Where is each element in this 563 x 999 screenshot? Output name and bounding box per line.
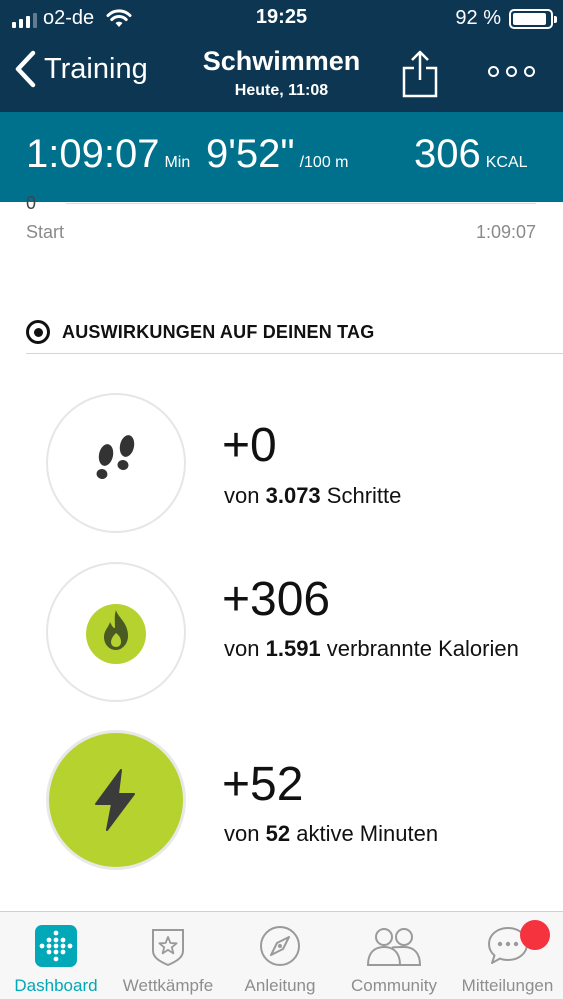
- active-minutes-prefix: von: [224, 821, 260, 846]
- tab-bar: Dashboard Wettkämpfe Anleitung Community…: [0, 911, 563, 999]
- compass-icon: [258, 924, 302, 968]
- duration-value: 1:09:07: [26, 132, 160, 176]
- section-header: AUSWIRKUNGEN AUF DEINEN TAG: [26, 320, 374, 344]
- page-subtitle: Heute, 11:08: [234, 82, 329, 99]
- section-title: AUSWIRKUNGEN AUF DEINEN TAG: [62, 321, 375, 342]
- pace-value: 9'52": [206, 132, 295, 176]
- tab-challenges[interactable]: Wettkämpfe: [112, 912, 224, 999]
- steps-description: von 3.073 Schritte: [224, 480, 544, 512]
- pace-unit: /100 m: [299, 154, 349, 171]
- active-minutes-goal-amount: 52: [265, 821, 291, 846]
- target-icon: [26, 320, 50, 344]
- calories-value: 306: [414, 132, 481, 176]
- tab-dashboard[interactable]: Dashboard: [0, 912, 112, 999]
- calories-delta: +306: [222, 573, 331, 626]
- navigation-bar: Training Schwimmen Heute, 11:08: [0, 36, 563, 112]
- footprints-icon: [96, 435, 135, 480]
- dot-icon: [524, 66, 535, 77]
- calories-prefix: von: [224, 636, 260, 661]
- steps-goal-amount: 3.073: [265, 483, 321, 508]
- flame-icon: [86, 604, 146, 664]
- status-bar: o2-de 19:25 92 %: [0, 0, 563, 36]
- steps-suffix: Schritte: [326, 483, 402, 508]
- active-minutes-description: von 52 aktive Minuten: [224, 818, 544, 850]
- battery-info: 92 %: [455, 7, 557, 30]
- tab-guidance[interactable]: Anleitung: [224, 912, 336, 999]
- section-divider: [26, 353, 563, 354]
- active-minutes-suffix: aktive Minuten: [296, 821, 439, 846]
- back-button-label: Training: [44, 52, 148, 85]
- chart-start-label: Start: [26, 222, 65, 242]
- notification-badge: [520, 920, 550, 950]
- calories-suffix: verbrannte Kalorien: [326, 636, 519, 661]
- active-minutes-delta: +52: [222, 758, 304, 811]
- page-title: Schwimmen: [202, 46, 361, 76]
- steps-delta: +0: [222, 419, 277, 472]
- pace-stat: 9'52" /100 m: [206, 132, 349, 177]
- back-button[interactable]: Training: [14, 50, 148, 88]
- battery-percent: 92 %: [455, 7, 501, 29]
- tab-notifications[interactable]: Mitteilungen: [452, 912, 563, 999]
- tab-label: Anleitung: [244, 976, 316, 995]
- dot-icon: [488, 66, 499, 77]
- workout-stats-bar: 1:09:07 Min 9'52" /100 m 306 KCAL: [0, 112, 563, 202]
- duration-stat: 1:09:07 Min: [26, 132, 190, 177]
- battery-icon: [509, 8, 557, 29]
- star-badge-icon: [146, 924, 190, 968]
- calories-unit: KCAL: [485, 154, 528, 171]
- battery-fill: [513, 12, 547, 25]
- tab-label: Dashboard: [14, 976, 98, 995]
- chart-y-axis-zero: 0: [26, 193, 37, 213]
- tab-label: Wettkämpfe: [122, 976, 214, 995]
- chart-baseline: [66, 203, 536, 204]
- duration-unit: Min: [164, 154, 191, 171]
- steps-prefix: von: [224, 483, 260, 508]
- tab-label: Community: [351, 976, 437, 995]
- dot-icon: [506, 66, 517, 77]
- calories-icon-circle: [46, 562, 186, 702]
- tab-label: Mitteilungen: [461, 976, 554, 995]
- chevron-left-icon: [15, 50, 36, 88]
- chart-end-label: 1:09:07: [475, 222, 536, 242]
- calories-stat: 306 KCAL: [414, 132, 528, 177]
- active-minutes-icon-circle: [46, 730, 186, 870]
- calories-description: von 1.591 verbrannte Kalorien: [224, 633, 524, 665]
- people-icon: [364, 924, 424, 968]
- tab-community[interactable]: Community: [336, 912, 452, 999]
- dashboard-grid-icon: [34, 924, 78, 968]
- more-options-button[interactable]: [488, 66, 535, 77]
- lightning-icon: [95, 769, 135, 831]
- share-icon[interactable]: [402, 50, 438, 98]
- calories-goal-amount: 1.591: [265, 636, 321, 661]
- steps-icon-circle: [46, 393, 186, 533]
